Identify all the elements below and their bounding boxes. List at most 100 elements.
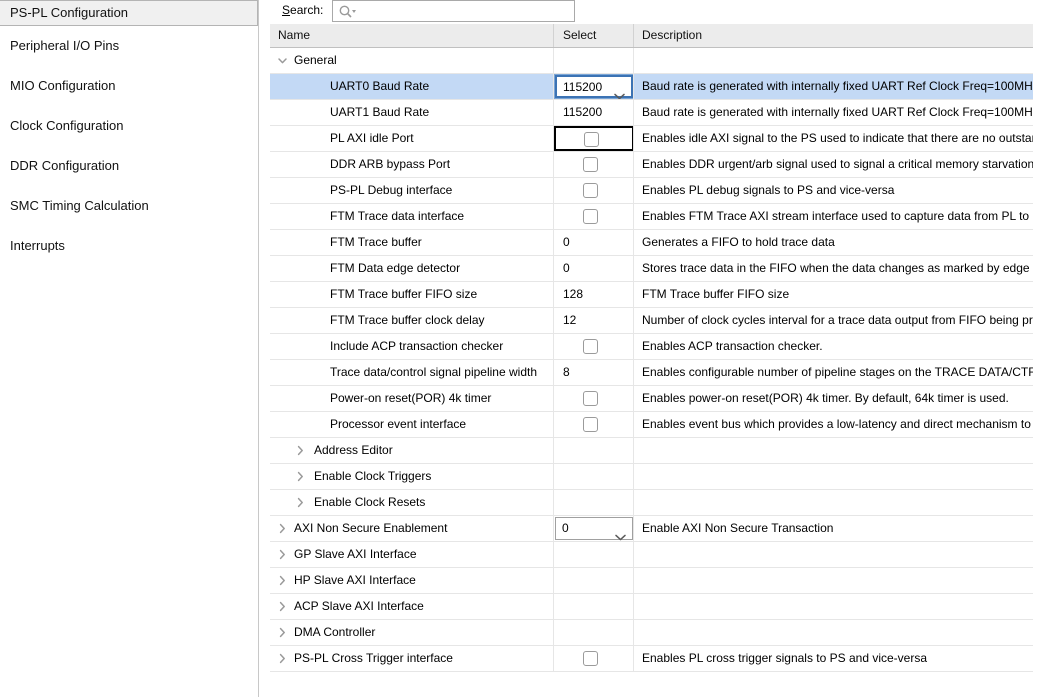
cell-name: HP Slave AXI Interface	[270, 568, 554, 593]
checkbox-ps-pl-cross-trigger-interface[interactable]	[583, 651, 598, 666]
checkbox-ddr-arb-bypass-port[interactable]	[583, 157, 598, 172]
checkbox-ftm-trace-data-interface[interactable]	[583, 209, 598, 224]
cell-description: Enables ACP transaction checker.	[642, 339, 823, 353]
table-row[interactable]: PL AXI idle Port Enables idle AXI signal …	[270, 126, 1033, 152]
table-row[interactable]: PS-PL Debug interface Enables PL debug si…	[270, 178, 1033, 204]
cell-select	[554, 620, 634, 645]
sidebar-item-ddr-configuration[interactable]: DDR Configuration	[0, 146, 258, 186]
chevron-down-icon[interactable]	[615, 525, 626, 541]
chevron-right-icon[interactable]	[276, 600, 289, 613]
sidebar-item-ps-pl-configuration[interactable]: PS-PL Configuration	[0, 0, 258, 26]
cell-name: Trace data/control signal pipeline width	[270, 360, 554, 385]
table-row[interactable]: FTM Trace buffer FIFO size 128 FTM Trace b…	[270, 282, 1033, 308]
configuration-panel: Search: Name Select Description General U…	[270, 0, 1047, 697]
table-row[interactable]: PS-PL Cross Trigger interface Enables PL …	[270, 646, 1033, 672]
row-label-ftm-data-edge-detector: FTM Data edge detector	[330, 261, 461, 275]
properties-table: Name Select Description General UART0 Bau…	[270, 24, 1047, 697]
row-label-hp-slave-axi-interface: HP Slave AXI Interface	[294, 573, 416, 587]
table-row[interactable]: ACP Slave AXI Interface	[270, 594, 1033, 620]
cell-description: Number of clock cycles interval for a tr…	[642, 313, 1033, 327]
row-label-ps-pl-cross-trigger-interface: PS-PL Cross Trigger interface	[294, 651, 453, 665]
table-row[interactable]: UART0 Baud Rate 115200 Baud rate is genera…	[270, 74, 1033, 100]
table-row[interactable]: Address Editor	[270, 438, 1033, 464]
checkbox-focus-frame	[554, 126, 633, 151]
cell-name: PS-PL Debug interface	[270, 178, 554, 203]
chevron-down-icon[interactable]	[276, 54, 289, 67]
checkbox-pl-axi-idle-port[interactable]	[584, 132, 599, 147]
column-header-description[interactable]: Description	[634, 24, 1033, 47]
table-row[interactable]: DDR ARB bypass Port Enables DDR urgent/ar…	[270, 152, 1033, 178]
navigation-sidebar: PS-PL Configuration Peripheral I/O Pins MI…	[0, 0, 259, 697]
sidebar-item-label: DDR Configuration	[10, 158, 120, 173]
table-row[interactable]: UART1 Baud Rate 115200 Baud rate is genera…	[270, 100, 1033, 126]
search-box[interactable]	[332, 0, 575, 23]
sidebar-item-mio-configuration[interactable]: MIO Configuration	[0, 66, 258, 106]
dropdown-axi-non-secure-enablement[interactable]: 0	[555, 517, 633, 541]
table-row[interactable]: AXI Non Secure Enablement 0 Enable AXI Non…	[270, 516, 1033, 542]
checkbox-holder	[554, 152, 633, 177]
checkbox-power-on-reset-por-4k-timer[interactable]	[583, 391, 598, 406]
search-row: Search:	[270, 0, 1047, 24]
table-row[interactable]: FTM Trace data interface Enables FTM Trac…	[270, 204, 1033, 230]
chevron-right-icon[interactable]	[276, 574, 289, 587]
checkbox-holder	[554, 178, 633, 203]
row-label-address-editor: Address Editor	[314, 443, 393, 457]
search-input[interactable]	[359, 1, 575, 23]
cell-select	[554, 204, 634, 229]
chevron-right-icon[interactable]	[276, 522, 289, 535]
cell-description: Stores trace data in the FIFO when the d…	[642, 261, 1030, 275]
chevron-right-icon[interactable]	[294, 470, 307, 483]
cell-select	[554, 464, 634, 489]
dropdown-uart0-baud-rate[interactable]: 115200	[554, 74, 633, 99]
chevron-right-icon[interactable]	[276, 652, 289, 665]
checkbox-holder	[554, 204, 633, 229]
cell-select	[554, 412, 634, 437]
sidebar-item-interrupts[interactable]: Interrupts	[0, 226, 258, 266]
table-row[interactable]: Include ACP transaction checker Enables …	[270, 334, 1033, 360]
cell-select	[554, 334, 634, 359]
table-row[interactable]: Enable Clock Resets	[270, 490, 1033, 516]
row-label-ddr-arb-bypass-port: DDR ARB bypass Port	[330, 157, 451, 171]
panel-splitter[interactable]	[259, 0, 270, 697]
chevron-right-icon[interactable]	[276, 626, 289, 639]
table-row[interactable]: DMA Controller	[270, 620, 1033, 646]
table-row[interactable]: FTM Data edge detector 0 Stores trace data…	[270, 256, 1033, 282]
cell-select-value: 128	[554, 282, 634, 307]
row-label-ftm-trace-data-interface: FTM Trace data interface	[330, 209, 465, 223]
cell-description: Enables PL cross trigger signals to PS a…	[642, 651, 928, 665]
cell-name: GP Slave AXI Interface	[270, 542, 554, 567]
table-row[interactable]: HP Slave AXI Interface	[270, 568, 1033, 594]
checkbox-include-acp-transaction-checker[interactable]	[583, 339, 598, 354]
sidebar-item-label: Clock Configuration	[10, 118, 124, 133]
sidebar-item-clock-configuration[interactable]: Clock Configuration	[0, 106, 258, 146]
table-row[interactable]: Power-on reset(POR) 4k timer Enables powe…	[270, 386, 1033, 412]
sidebar-item-smc-timing-calculation[interactable]: SMC Timing Calculation	[0, 186, 258, 226]
cell-name: Power-on reset(POR) 4k timer	[270, 386, 554, 411]
row-label-dma-controller: DMA Controller	[294, 625, 376, 639]
column-header-select[interactable]: Select	[554, 24, 634, 47]
sidebar-item-label: Interrupts	[10, 238, 65, 253]
table-row[interactable]: FTM Trace buffer 0 Generates a FIFO to hol…	[270, 230, 1033, 256]
table-row[interactable]: Trace data/control signal pipeline width…	[270, 360, 1033, 386]
table-row[interactable]: Processor event interface Enables event b…	[270, 412, 1033, 438]
chevron-right-icon[interactable]	[294, 444, 307, 457]
chevron-down-icon[interactable]	[614, 84, 625, 99]
cell-select-value: 115200	[554, 100, 634, 125]
cell-select	[554, 594, 634, 619]
checkbox-ps-pl-debug-interface[interactable]	[583, 183, 598, 198]
row-label-uart1-baud-rate: UART1 Baud Rate	[330, 105, 430, 119]
chevron-right-icon[interactable]	[276, 548, 289, 561]
table-row[interactable]: Enable Clock Triggers	[270, 464, 1033, 490]
sidebar-item-peripheral-i-o-pins[interactable]: Peripheral I/O Pins	[0, 26, 258, 66]
table-row[interactable]: General	[270, 48, 1033, 74]
cell-name: General	[270, 48, 554, 73]
search-label-rest: earch:	[290, 3, 324, 17]
column-header-name[interactable]: Name	[270, 24, 554, 47]
cell-name: FTM Trace buffer FIFO size	[270, 282, 554, 307]
table-row[interactable]: FTM Trace buffer clock delay 12 Number of …	[270, 308, 1033, 334]
table-row[interactable]: GP Slave AXI Interface	[270, 542, 1033, 568]
checkbox-processor-event-interface[interactable]	[583, 417, 598, 432]
cell-description: Enable AXI Non Secure Transaction	[642, 521, 834, 535]
chevron-right-icon[interactable]	[294, 496, 307, 509]
cell-name: UART0 Baud Rate	[270, 74, 554, 99]
